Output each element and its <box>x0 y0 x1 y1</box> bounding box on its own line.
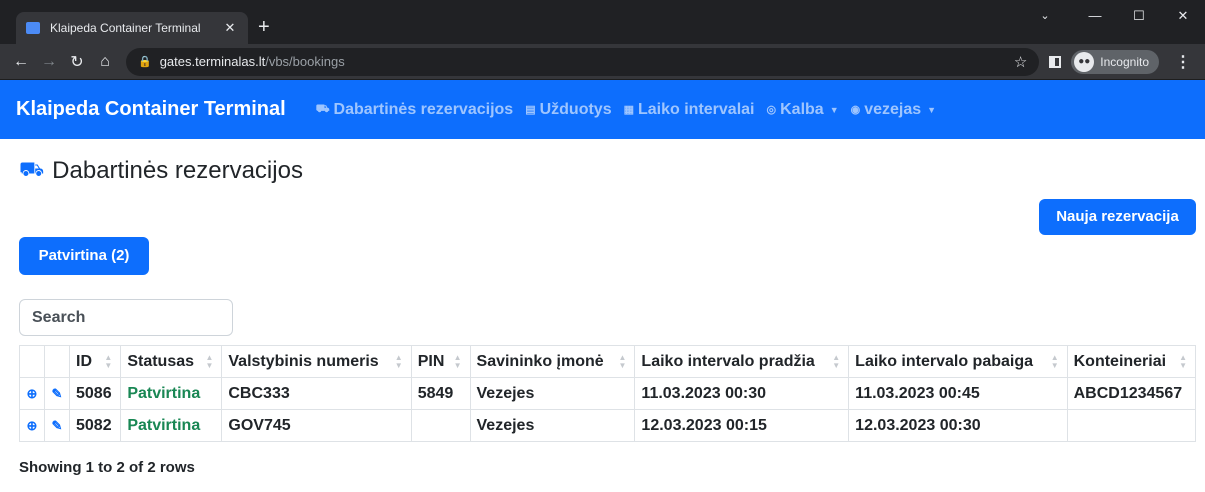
sort-icon: ▲ ▼ <box>1179 353 1187 370</box>
pagination-info: Showing 1 to 2 of 2 rows <box>19 459 195 476</box>
cell-id: 5082 <box>68 409 122 442</box>
cell-slot-start: 11.03.2023 00:30 <box>634 377 850 410</box>
incognito-icon: ●● <box>1074 51 1095 72</box>
sort-icon: ▲ ▼ <box>1050 353 1059 370</box>
column-header-plate[interactable]: Valstybinis numeris ▲ ▼ <box>221 345 412 378</box>
cell-status: Patvirtina <box>120 409 223 442</box>
truck-icon: ⛟ <box>19 158 45 181</box>
status-filter-button[interactable]: Patvirtina (2) <box>19 237 149 275</box>
new-tab-button[interactable]: + <box>258 17 270 37</box>
tab-title: Klaipeda Container Terminal <box>50 21 201 35</box>
nav-item-label: vezejas <box>864 100 922 118</box>
nav-item-tasks[interactable]: ▤ Užduotys <box>525 101 611 119</box>
cell-slot-start: 12.03.2023 00:15 <box>634 409 850 442</box>
column-header-pin[interactable]: PIN ▲ ▼ <box>410 345 471 378</box>
main-content: ⛟ Dabartinės rezervacijos Nauja rezervac… <box>0 139 1205 492</box>
search-input[interactable]: Search <box>19 299 233 336</box>
home-icon[interactable]: ⌂ <box>92 53 118 71</box>
favicon-icon <box>26 22 40 34</box>
reload-icon[interactable]: ↻ <box>64 52 90 72</box>
cell-containers <box>1066 409 1197 442</box>
nav-item-user[interactable]: ◉ vezejas ▼ <box>851 101 936 119</box>
column-header-owner[interactable]: Savininko įmonė ▲ ▼ <box>469 345 636 378</box>
close-tab-icon[interactable]: ✕ <box>222 20 238 36</box>
user-icon: ◉ <box>850 104 861 116</box>
navbar-brand[interactable]: Klaipeda Container Terminal <box>16 98 286 121</box>
table-row: ⊕ ✎ 5086 Patvirtina CBC333 5849 Vezejes … <box>19 377 1197 410</box>
cell-owner: Vezejes <box>469 377 636 410</box>
nav-item-label: Laiko intervalai <box>638 100 755 118</box>
browser-toolbar: ← → ↻ ⌂ 🔒 gates.terminalas.lt /vbs/booki… <box>0 44 1205 80</box>
page-title: ⛟ Dabartinės rezervacijos <box>19 157 303 185</box>
tab-search-icon[interactable]: ⌄ <box>1017 0 1073 32</box>
url-host: gates.terminalas.lt <box>159 54 266 69</box>
cell-owner: Vezejes <box>469 409 636 442</box>
bookmark-star-icon[interactable]: ☆ <box>1014 53 1027 71</box>
lock-icon[interactable]: 🔒 <box>138 55 152 68</box>
calendar-icon: ▦ <box>623 104 634 116</box>
tasks-icon: ▤ <box>525 104 536 116</box>
cell-plate: CBC333 <box>221 377 412 410</box>
sort-icon: ▲ ▼ <box>205 353 214 370</box>
browser-tabstrip: Klaipeda Container Terminal ✕ + ⌄ — ☐ ✕ <box>0 0 1205 44</box>
url-path: /vbs/bookings <box>265 54 345 69</box>
column-header-containers[interactable]: Konteineriai ▲ ▼ <box>1066 345 1197 378</box>
chevron-down-icon: ▼ <box>829 104 839 115</box>
sort-icon: ▲ ▼ <box>832 353 841 370</box>
browser-menu-icon[interactable]: ⋮ <box>1169 52 1197 72</box>
bookings-table: ID ▲ ▼ Statusas ▲ ▼ Valstybinis numeris ▲ ▼ PI… <box>19 345 1197 442</box>
window-controls: ⌄ — ☐ ✕ <box>1017 0 1205 32</box>
page-title-text: Dabartinės rezervacijos <box>52 157 303 184</box>
incognito-badge[interactable]: ●● Incognito <box>1071 49 1159 74</box>
sort-icon: ▲ ▼ <box>104 353 113 370</box>
cell-pin <box>410 409 471 442</box>
cell-status: Patvirtina <box>120 377 223 410</box>
forward-icon[interactable]: → <box>36 53 62 71</box>
nav-item-label: Užduotys <box>539 100 612 118</box>
side-panel-icon[interactable] <box>1049 55 1062 68</box>
address-bar[interactable]: 🔒 gates.terminalas.lt /vbs/bookings ☆ <box>126 47 1040 76</box>
sort-icon: ▲ ▼ <box>453 353 462 370</box>
new-booking-button[interactable]: Nauja rezervacija <box>1039 199 1196 235</box>
chevron-down-icon: ▼ <box>927 104 937 115</box>
column-header-status[interactable]: Statusas ▲ ▼ <box>120 345 223 378</box>
nav-item-label: Kalba <box>780 100 824 118</box>
edit-pencil-icon[interactable]: ✎ <box>44 409 70 442</box>
sort-icon: ▲ ▼ <box>618 353 627 370</box>
maximize-icon[interactable]: ☐ <box>1117 0 1161 32</box>
cell-slot-end: 11.03.2023 00:45 <box>848 377 1068 410</box>
header-action <box>19 345 45 378</box>
zoom-icon[interactable]: ⊕ <box>19 409 45 442</box>
header-action <box>44 345 70 378</box>
cell-containers: ABCD1234567 <box>1066 377 1197 410</box>
browser-tab[interactable]: Klaipeda Container Terminal ✕ <box>16 12 248 44</box>
zoom-icon[interactable]: ⊕ <box>19 377 45 410</box>
back-icon[interactable]: ← <box>8 53 34 71</box>
minimize-icon[interactable]: — <box>1073 0 1117 32</box>
table-header-row: ID ▲ ▼ Statusas ▲ ▼ Valstybinis numeris ▲ ▼ PI… <box>19 345 1197 378</box>
close-window-icon[interactable]: ✕ <box>1161 0 1205 32</box>
column-header-slot-start[interactable]: Laiko intervalo pradžia ▲ ▼ <box>634 345 850 378</box>
column-header-id[interactable]: ID ▲ ▼ <box>68 345 122 378</box>
table-row: ⊕ ✎ 5082 Patvirtina GOV745 Vezejes 12.03… <box>19 409 1197 442</box>
cell-plate: GOV745 <box>221 409 412 442</box>
globe-icon: ◎ <box>766 104 777 116</box>
column-header-slot-end[interactable]: Laiko intervalo pabaiga ▲ ▼ <box>848 345 1068 378</box>
cell-pin: 5849 <box>410 377 471 410</box>
edit-pencil-icon[interactable]: ✎ <box>44 377 70 410</box>
app-navbar: Klaipeda Container Terminal ⛟ Dabartinės… <box>0 80 1205 139</box>
nav-item-current-bookings[interactable]: ⛟ Dabartinės rezervacijos <box>316 101 514 119</box>
cell-id: 5086 <box>68 377 122 410</box>
truck-icon: ⛟ <box>315 102 330 115</box>
incognito-label: Incognito <box>1100 54 1149 69</box>
nav-item-time-slots[interactable]: ▦ Laiko intervalai <box>624 101 755 119</box>
nav-item-language[interactable]: ◎ Kalba ▼ <box>767 101 839 119</box>
nav-item-label: Dabartinės rezervacijos <box>333 100 514 118</box>
cell-slot-end: 12.03.2023 00:30 <box>848 409 1068 442</box>
sort-icon: ▲ ▼ <box>394 353 403 370</box>
